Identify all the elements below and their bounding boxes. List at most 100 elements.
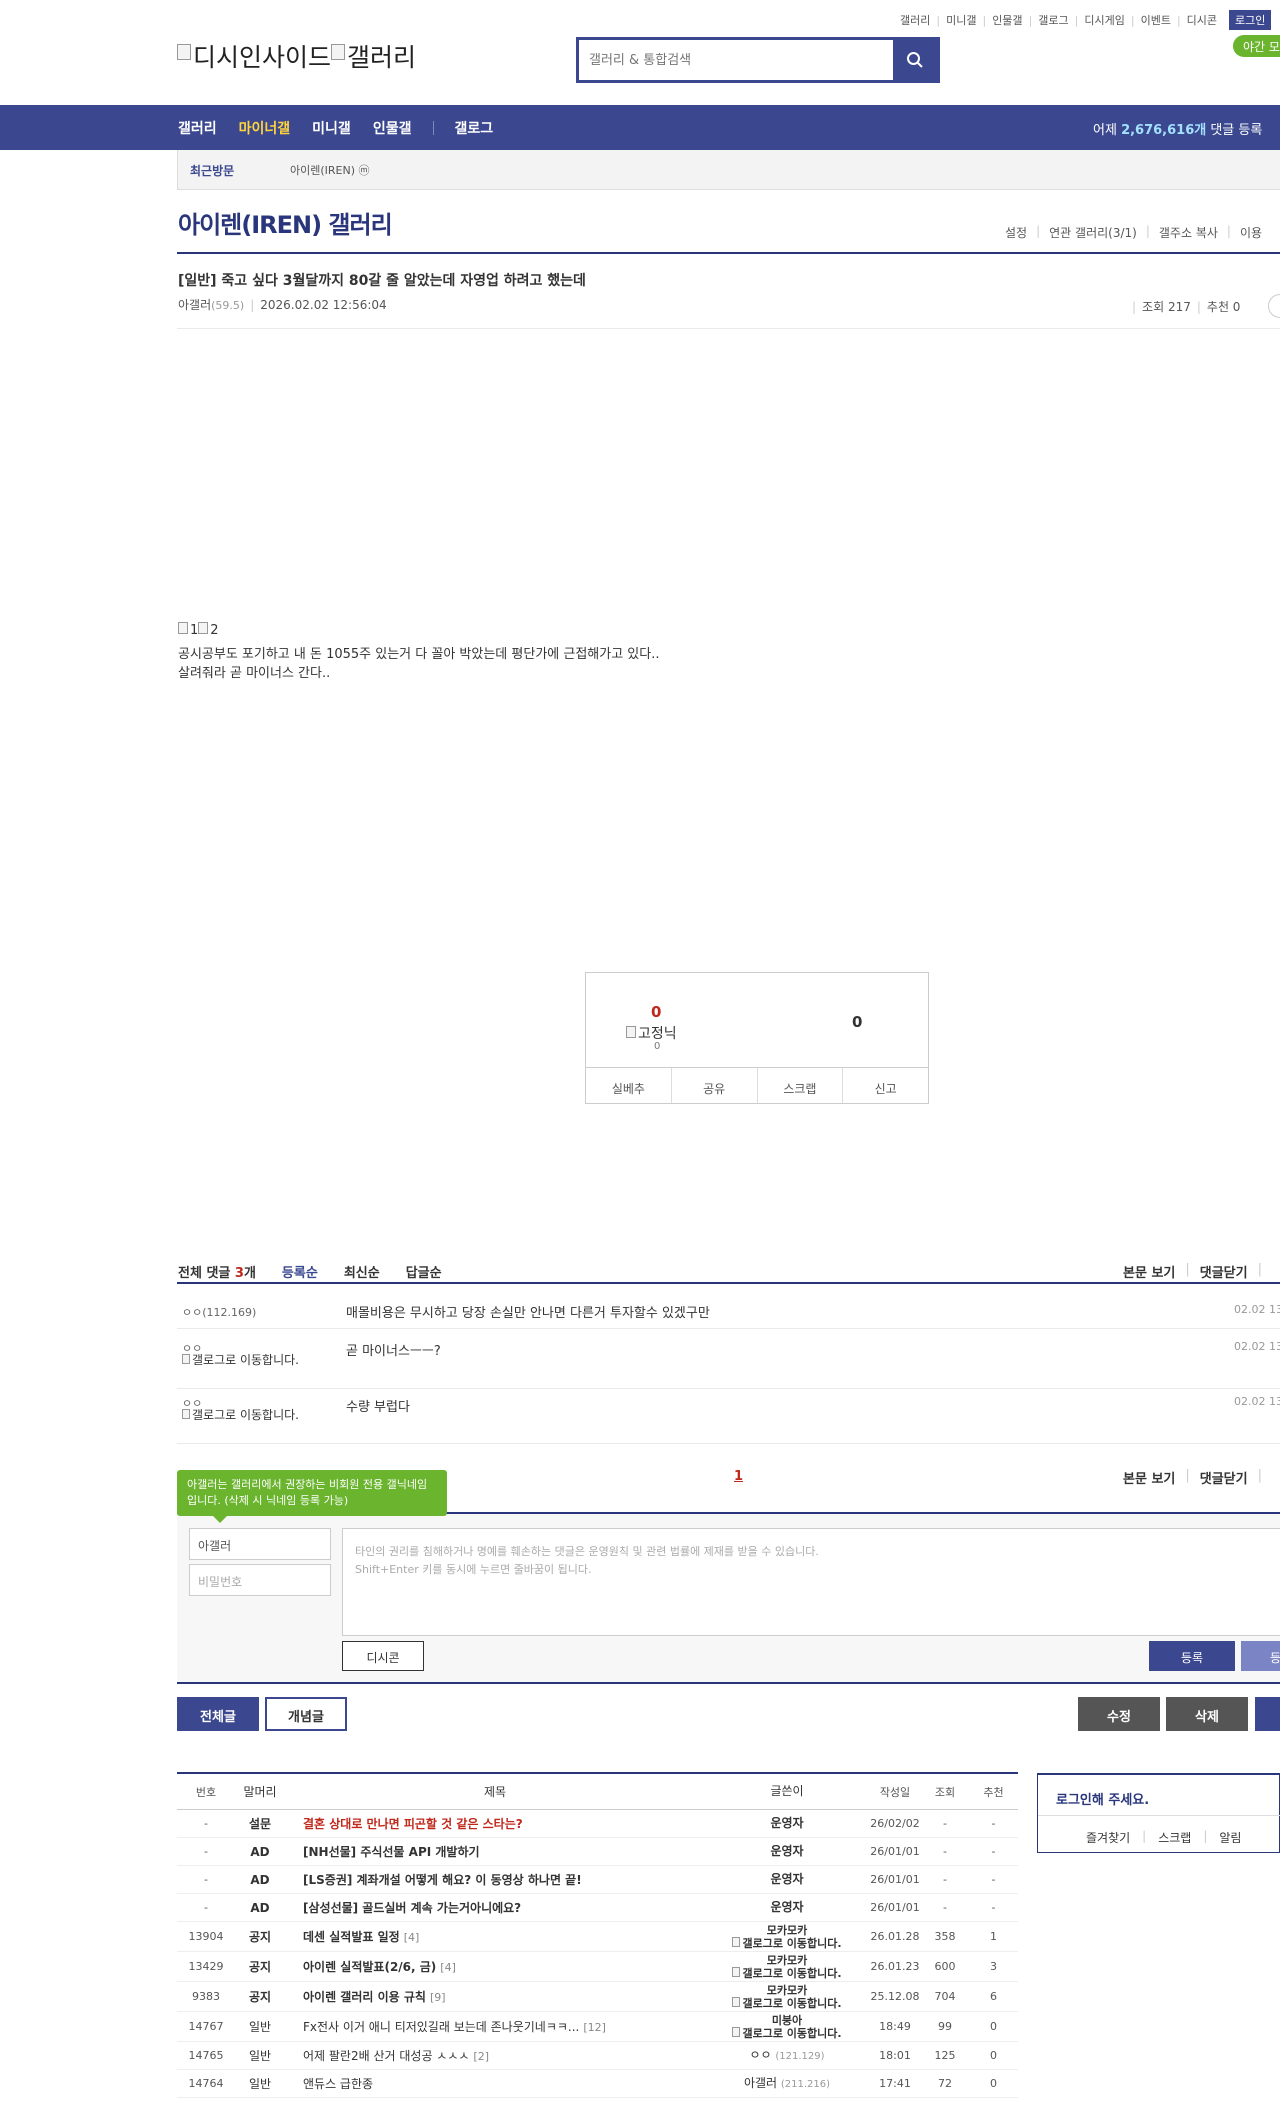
row-writer[interactable]: 아갤러 (211.216) (705, 2076, 869, 2091)
row-writer-nick[interactable]: ㅇㅇ (749, 2048, 771, 2062)
row-writer[interactable]: 운영자 (705, 1901, 869, 1914)
gallog-link-image[interactable]: 갤로그로 이동합니다. (705, 1966, 869, 1980)
dccon-button[interactable]: 디시콘 (342, 1641, 424, 1671)
write-button[interactable] (1255, 1697, 1280, 1731)
nav-mini-gallery[interactable]: 미니갤 (312, 118, 351, 138)
table-row[interactable]: 14765 일반 어제 팔란2배 산거 대성공 ㅅㅅㅅ [2] ㅇㅇ (121.129)… (177, 2042, 1018, 2070)
sort-registered[interactable]: 등록순 (282, 1262, 318, 1281)
row-reply-count[interactable]: [2] (473, 2050, 489, 2063)
row-title-cell[interactable]: 아이렌 갤러리 이용 규칙 [9] (285, 1988, 705, 2005)
row-title-cell[interactable]: 데센 실적발표 일정 [4] (285, 1928, 705, 1945)
table-row[interactable]: 13904 공지 데센 실적발표 일정 [4] 모카모카 갤로그로 이동합니다. 26.01… (177, 1922, 1018, 1952)
gallog-link-image[interactable]: 갤로그로 이동합니다. (705, 2026, 869, 2040)
comment-textarea[interactable]: 타인의 권리를 침해하거나 명예를 훼손하는 댓글은 운영원칙 및 관련 법률에… (342, 1528, 1280, 1636)
share-button[interactable]: 공유 (672, 1068, 758, 1103)
comment-nick[interactable]: ㅇㅇ(112.169) (182, 1304, 256, 1320)
row-title-cell[interactable]: 아이렌 실적발표(2/6, 금) [4] (285, 1958, 705, 1975)
row-title-cell[interactable]: 결혼 상대로 만나면 피곤할 것 같은 스타는? (285, 1815, 705, 1832)
comment-register-button[interactable]: 등록 (1149, 1641, 1235, 1671)
row-title[interactable]: 결혼 상대로 만나면 피곤할 것 같은 스타는? (303, 1817, 523, 1831)
table-row[interactable]: - AD [삼성선물] 골드실버 계속 가는거아니에요? 운영자 26/01/01 - - (177, 1894, 1018, 1922)
table-row[interactable]: 13429 공지 아이렌 실적발표(2/6, 금) [4] 모카모카 갤로그로 이동합니다… (177, 1952, 1018, 1982)
util-link-dcgame[interactable]: 디시게임 (1084, 12, 1124, 28)
row-writer-nick[interactable]: 미붕아 (705, 2014, 869, 2027)
search-button[interactable] (893, 40, 937, 80)
gallog-link-image[interactable]: 갤로그로 이동합니다. (182, 1353, 312, 1367)
row-writer-nick[interactable]: 모카모카 (705, 1984, 869, 1997)
upvote-count[interactable]: 0 (651, 1003, 661, 1021)
util-link-gallog[interactable]: 갤로그 (1038, 12, 1068, 28)
table-row[interactable]: - AD [NH선물] 주식선물 API 개발하기 운영자 26/01/01 - - (177, 1838, 1018, 1866)
copy-gallery-url[interactable]: 갤주소 복사 (1159, 224, 1218, 241)
delete-button[interactable]: 삭제 (1166, 1697, 1248, 1731)
nav-gallog[interactable]: 갤로그 (454, 118, 493, 138)
row-writer[interactable]: 운영자 (705, 1845, 869, 1858)
gallery-settings[interactable]: 설정 (1005, 224, 1027, 241)
gallery-title[interactable]: 아이렌(IREN) 갤러리 (178, 205, 393, 240)
table-row[interactable]: 14767 일반 Fx전사 이거 애니 티저있길래 보는데 존나웃기네ㅋㅋ... [1… (177, 2012, 1018, 2042)
row-writer-nick[interactable]: 운영자 (770, 1900, 803, 1914)
row-title-cell[interactable]: [LS증권] 계좌개설 어떻게 해요? 이 동영상 하나면 끝! (285, 1871, 705, 1888)
row-writer-nick[interactable]: 아갤러 (744, 2076, 777, 2090)
row-title[interactable]: [NH선물] 주식선물 API 개발하기 (303, 1845, 480, 1859)
post-option-button[interactable] (1268, 294, 1280, 318)
row-title[interactable]: 데센 실적발표 일정 (303, 1930, 400, 1944)
post-author[interactable]: 아갤러 (178, 298, 211, 312)
util-link-dccon[interactable]: 디시콘 (1187, 12, 1217, 28)
night-mode-toggle[interactable]: 야간 모 (1233, 35, 1280, 57)
downvote-count[interactable]: 0 (852, 1013, 862, 1031)
util-link-event[interactable]: 이벤트 (1141, 12, 1171, 28)
close-comments-button[interactable]: 댓글닫기 (1200, 1468, 1248, 1487)
recent-visit-item[interactable]: 아이렌(IREN) ⓜ (290, 162, 370, 178)
row-title[interactable]: 아이렌 갤러리 이용 규칙 (303, 1990, 426, 2004)
row-title-cell[interactable]: Fx전사 이거 애니 티저있길래 보는데 존나웃기네ㅋㅋ... [12] (285, 2018, 705, 2035)
row-reply-count[interactable]: [4] (440, 1961, 456, 1974)
row-title-cell[interactable]: [NH선물] 주식선물 API 개발하기 (285, 1843, 705, 1860)
comment-page-1[interactable]: 1 (734, 1469, 743, 1484)
nav-minor-gallery[interactable]: 마이너갤 (239, 118, 291, 138)
gallery-usage[interactable]: 이용 (1240, 224, 1262, 241)
gallog-link-image[interactable]: 갤로그로 이동합니다. (705, 1996, 869, 2010)
real-best-button[interactable]: 실베추 (586, 1068, 672, 1103)
sort-replies[interactable]: 답글순 (406, 1262, 442, 1281)
site-logo[interactable]: 디시인사이드 갤러리 (177, 38, 416, 74)
row-reply-count[interactable]: [12] (583, 2021, 606, 2034)
notification-link[interactable]: 알림 (1219, 1829, 1241, 1846)
view-body-button[interactable]: 본문 보기 (1123, 1468, 1175, 1487)
related-galleries[interactable]: 연관 갤러리(3/1) (1049, 224, 1137, 241)
row-reply-count[interactable]: [9] (430, 1991, 446, 2004)
row-writer[interactable]: 운영자 (705, 1873, 869, 1886)
row-writer[interactable]: 모카모카 갤로그로 이동합니다. (705, 1984, 869, 2010)
table-row[interactable]: - 설문 결혼 상대로 만나면 피곤할 것 같은 스타는? 운영자 26/02/02 - - (177, 1810, 1018, 1838)
table-row[interactable]: 9383 공지 아이렌 갤러리 이용 규칙 [9] 모카모카 갤로그로 이동합니다. 25.… (177, 1982, 1018, 2012)
row-title[interactable]: [LS증권] 계좌개설 어떻게 해요? 이 동영상 하나면 끝! (303, 1873, 582, 1887)
row-title-cell[interactable]: 앤듀스 급한종 (285, 2075, 705, 2092)
row-writer-nick[interactable]: 모카모카 (705, 1924, 869, 1937)
row-writer-nick[interactable]: 운영자 (770, 1844, 803, 1858)
row-writer[interactable]: 운영자 (705, 1817, 869, 1830)
comment-register-recommend-button[interactable]: 등록 (1241, 1641, 1280, 1671)
row-writer[interactable]: 미붕아 갤로그로 이동합니다. (705, 2014, 869, 2040)
nickname-input[interactable]: 아갤러 (189, 1528, 331, 1560)
util-link-persongal[interactable]: 인물갤 (992, 12, 1022, 28)
row-title[interactable]: Fx전사 이거 애니 티저있길래 보는데 존나웃기네ㅋㅋ... (303, 2020, 579, 2034)
row-title[interactable]: 어제 팔란2배 산거 대성공 ㅅㅅㅅ (303, 2049, 469, 2063)
favorites-link[interactable]: 즐겨찾기 (1086, 1829, 1130, 1846)
scrap-button[interactable]: 스크랩 (758, 1068, 844, 1103)
row-title-cell[interactable]: 어제 팔란2배 산거 대성공 ㅅㅅㅅ [2] (285, 2047, 705, 2064)
login-button[interactable]: 로그인 (1229, 10, 1272, 30)
report-button[interactable]: 신고 (843, 1068, 928, 1103)
row-writer[interactable]: ㅇㅇ (121.129) (705, 2048, 869, 2063)
tab-best-posts[interactable]: 개념글 (265, 1697, 347, 1731)
row-title[interactable]: 아이렌 실적발표(2/6, 금) (303, 1960, 436, 1974)
row-writer-nick[interactable]: 모카모카 (705, 1954, 869, 1967)
tab-all-posts[interactable]: 전체글 (177, 1697, 259, 1731)
row-reply-count[interactable]: [4] (404, 1931, 420, 1944)
view-body-button[interactable]: 본문 보기 (1123, 1262, 1175, 1281)
password-input[interactable]: 비밀번호 (189, 1564, 331, 1596)
row-title[interactable]: [삼성선물] 골드실버 계속 가는거아니에요? (303, 1901, 521, 1915)
row-writer[interactable]: 모카모카 갤로그로 이동합니다. (705, 1954, 869, 1980)
util-link-gallery[interactable]: 갤러리 (900, 12, 930, 28)
table-row[interactable]: 14764 일반 앤듀스 급한종 아갤러 (211.216) 17:41 72 0 (177, 2070, 1018, 2098)
table-row[interactable]: - AD [LS증권] 계좌개설 어떻게 해요? 이 동영상 하나면 끝! 운영자 26… (177, 1866, 1018, 1894)
